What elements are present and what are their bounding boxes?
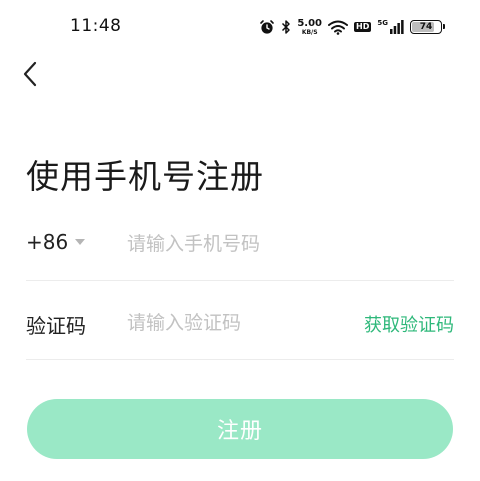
code-label: 验证码 xyxy=(26,314,86,338)
code-row: 验证码 获取验证码 xyxy=(26,282,454,360)
chevron-left-icon xyxy=(22,61,38,91)
back-button[interactable] xyxy=(14,58,46,94)
status-bar: 11:48 5.00 KB/S HD 5G 74 xyxy=(0,0,480,52)
country-code-label: +86 xyxy=(26,230,69,254)
wifi-icon xyxy=(328,20,349,35)
register-button[interactable]: 注册 xyxy=(27,399,453,459)
network-speed-unit: KB/S xyxy=(301,28,318,36)
phone-row: +86 xyxy=(26,203,454,281)
signal-label: 5G xyxy=(377,19,388,27)
phone-input[interactable] xyxy=(127,229,447,259)
page-title: 使用手机号注册 xyxy=(26,157,264,196)
network-speed-value: 5.00 xyxy=(297,17,323,29)
network-speed: 5.00 KB/S xyxy=(297,17,323,36)
battery-icon: 74 xyxy=(410,20,445,34)
code-input[interactable] xyxy=(127,308,347,338)
caret-down-icon xyxy=(75,239,86,245)
hd-badge: HD xyxy=(354,22,372,32)
signal-icon: 5G xyxy=(377,20,404,34)
battery-level: 74 xyxy=(419,22,433,32)
status-icons: 5.00 KB/S HD 5G 74 xyxy=(259,15,445,39)
bluetooth-icon xyxy=(281,19,291,35)
get-code-button[interactable]: 获取验证码 xyxy=(364,311,454,337)
alarm-icon xyxy=(259,19,275,35)
status-time: 11:48 xyxy=(70,16,122,36)
country-code-selector[interactable]: +86 xyxy=(26,230,86,254)
